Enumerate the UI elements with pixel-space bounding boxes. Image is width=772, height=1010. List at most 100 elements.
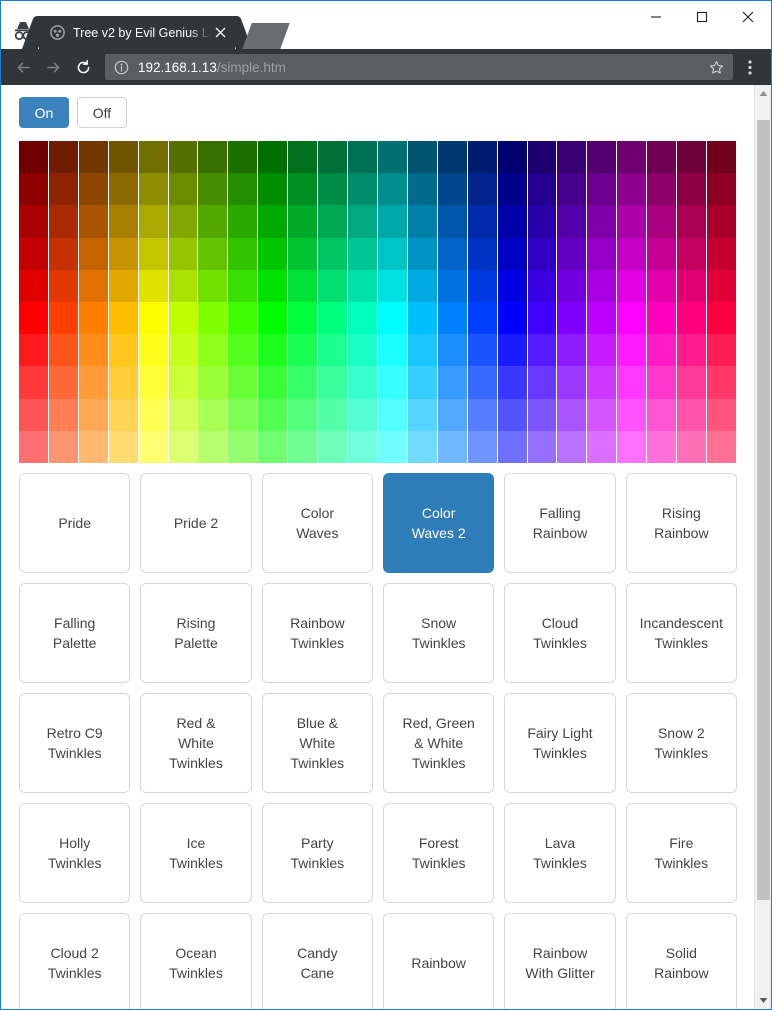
color-swatch[interactable] <box>288 237 318 270</box>
color-swatch[interactable] <box>377 237 407 270</box>
address-bar[interactable]: 192.168.1.13/simple.htm <box>105 54 733 80</box>
color-swatch[interactable] <box>377 205 407 238</box>
forward-arrow-icon[interactable] <box>39 53 67 81</box>
palette-column[interactable] <box>78 141 109 463</box>
color-swatch[interactable] <box>497 430 527 463</box>
color-swatch[interactable] <box>707 141 736 174</box>
color-swatch[interactable] <box>348 237 377 270</box>
color-swatch[interactable] <box>168 141 198 174</box>
color-swatch[interactable] <box>677 205 707 238</box>
color-swatch[interactable] <box>108 430 138 463</box>
color-swatch[interactable] <box>377 366 407 399</box>
back-arrow-icon[interactable] <box>9 53 37 81</box>
color-swatch[interactable] <box>348 173 377 206</box>
palette-column[interactable] <box>19 141 49 463</box>
color-swatch[interactable] <box>348 205 377 238</box>
color-swatch[interactable] <box>78 269 108 302</box>
color-swatch[interactable] <box>318 141 348 174</box>
color-swatch[interactable] <box>527 269 557 302</box>
color-swatch[interactable] <box>138 430 168 463</box>
color-swatch[interactable] <box>168 430 198 463</box>
color-swatch[interactable] <box>587 430 617 463</box>
color-swatch[interactable] <box>138 302 168 335</box>
color-swatch[interactable] <box>198 269 228 302</box>
color-swatch[interactable] <box>467 173 497 206</box>
color-swatch[interactable] <box>677 398 707 431</box>
color-swatch[interactable] <box>557 302 587 335</box>
palette-column[interactable] <box>168 141 199 463</box>
color-swatch[interactable] <box>288 141 318 174</box>
color-swatch[interactable] <box>19 237 48 270</box>
color-swatch[interactable] <box>318 430 348 463</box>
color-swatch[interactable] <box>497 366 527 399</box>
color-swatch[interactable] <box>407 205 437 238</box>
color-swatch[interactable] <box>497 334 527 367</box>
color-swatch[interactable] <box>168 398 198 431</box>
color-swatch[interactable] <box>497 269 527 302</box>
color-swatch[interactable] <box>78 398 108 431</box>
color-swatch[interactable] <box>377 430 407 463</box>
color-swatch[interactable] <box>78 237 108 270</box>
color-swatch[interactable] <box>707 398 736 431</box>
color-swatch[interactable] <box>617 269 647 302</box>
pattern-button[interactable]: Cloud 2 Twinkles <box>19 913 131 1009</box>
color-swatch[interactable] <box>707 430 736 463</box>
color-swatch[interactable] <box>19 141 48 174</box>
color-swatch[interactable] <box>617 173 647 206</box>
color-swatch[interactable] <box>19 269 48 302</box>
color-swatch[interactable] <box>437 398 467 431</box>
color-swatch[interactable] <box>78 302 108 335</box>
palette-column[interactable] <box>587 141 618 463</box>
color-swatch[interactable] <box>647 205 677 238</box>
pattern-button[interactable]: Retro C9 Twinkles <box>19 693 131 793</box>
color-swatch[interactable] <box>348 269 377 302</box>
color-swatch[interactable] <box>677 269 707 302</box>
new-tab-button[interactable] <box>242 23 290 49</box>
color-swatch[interactable] <box>377 334 407 367</box>
palette-column[interactable] <box>467 141 498 463</box>
color-swatch[interactable] <box>677 302 707 335</box>
color-swatch[interactable] <box>497 173 527 206</box>
color-swatch[interactable] <box>318 237 348 270</box>
pattern-button[interactable]: Blue & White Twinkles <box>261 693 373 793</box>
color-swatch[interactable] <box>707 366 736 399</box>
color-swatch[interactable] <box>288 334 318 367</box>
color-swatch[interactable] <box>228 173 258 206</box>
pattern-button[interactable]: Cloud Twinkles <box>504 583 616 683</box>
color-swatch[interactable] <box>587 205 617 238</box>
color-swatch[interactable] <box>467 334 497 367</box>
minimize-icon[interactable] <box>633 1 679 33</box>
palette-column[interactable] <box>138 141 169 463</box>
pattern-button[interactable]: Party Twinkles <box>261 803 373 903</box>
color-swatch[interactable] <box>617 398 647 431</box>
color-swatch[interactable] <box>407 269 437 302</box>
color-swatch[interactable] <box>527 366 557 399</box>
color-swatch[interactable] <box>617 302 647 335</box>
color-swatch[interactable] <box>78 205 108 238</box>
color-swatch[interactable] <box>467 302 497 335</box>
color-swatch[interactable] <box>318 269 348 302</box>
color-swatch[interactable] <box>198 237 228 270</box>
color-swatch[interactable] <box>228 398 258 431</box>
palette-column[interactable] <box>258 141 289 463</box>
color-swatch[interactable] <box>437 205 467 238</box>
color-swatch[interactable] <box>557 366 587 399</box>
three-dot-menu-icon[interactable] <box>737 53 763 81</box>
palette-column[interactable] <box>707 141 737 463</box>
pattern-button[interactable]: Solid Rainbow <box>625 913 737 1009</box>
color-swatch[interactable] <box>198 302 228 335</box>
pattern-button[interactable]: Color Waves <box>261 473 373 573</box>
color-swatch[interactable] <box>258 237 288 270</box>
color-swatch[interactable] <box>48 366 78 399</box>
color-swatch[interactable] <box>228 430 258 463</box>
color-swatch[interactable] <box>467 237 497 270</box>
color-swatch[interactable] <box>258 302 288 335</box>
pattern-button[interactable]: Rainbow Twinkles <box>261 583 373 683</box>
pattern-button[interactable]: Ice Twinkles <box>140 803 252 903</box>
color-swatch[interactable] <box>348 302 377 335</box>
color-swatch[interactable] <box>138 173 168 206</box>
color-swatch[interactable] <box>437 237 467 270</box>
color-swatch[interactable] <box>48 430 78 463</box>
palette-column[interactable] <box>198 141 229 463</box>
color-swatch[interactable] <box>228 269 258 302</box>
